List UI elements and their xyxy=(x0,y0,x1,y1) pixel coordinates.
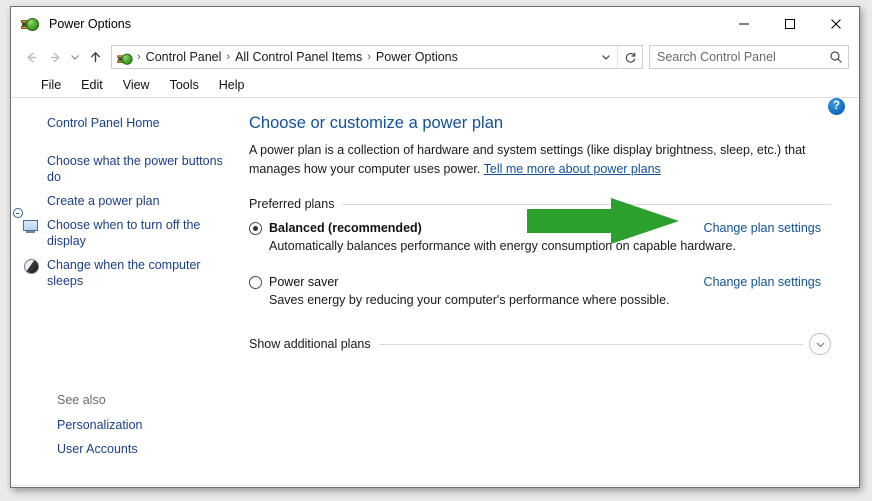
display-clock-icon xyxy=(13,208,41,236)
show-additional-plans-label: Show additional plans xyxy=(249,337,371,351)
show-additional-plans-row[interactable]: Show additional plans xyxy=(249,333,831,355)
menu-edit[interactable]: Edit xyxy=(71,76,113,94)
address-input[interactable]: › Control Panel › All Control Panel Item… xyxy=(111,45,643,69)
sidebar-item-create-plan[interactable]: Create a power plan xyxy=(11,189,233,213)
close-button[interactable] xyxy=(813,7,859,41)
sidebar-item-power-buttons[interactable]: Choose what the power buttons do xyxy=(11,149,233,189)
sleep-moon-icon xyxy=(23,258,41,276)
window-power-plug-icon xyxy=(21,14,41,34)
breadcrumb-item-all-items[interactable]: All Control Panel Items xyxy=(232,50,365,64)
up-button[interactable] xyxy=(83,45,107,69)
address-bar-actions xyxy=(595,46,642,68)
see-also-section: See also Personalization User Accounts xyxy=(11,391,233,461)
radio-balanced[interactable] xyxy=(249,221,262,235)
address-power-plug-icon xyxy=(116,49,133,66)
see-also-link-user-accounts[interactable]: User Accounts xyxy=(11,437,233,461)
plan-power-saver-name: Power saver xyxy=(269,275,339,289)
see-also-link-personalization[interactable]: Personalization xyxy=(11,413,233,437)
breadcrumb: › Control Panel › All Control Panel Item… xyxy=(135,50,595,64)
sidebar-item-computer-sleeps[interactable]: Change when the computer sleeps xyxy=(11,253,233,293)
breadcrumb-item-power-options[interactable]: Power Options xyxy=(373,50,461,64)
search-input[interactable] xyxy=(650,49,824,65)
breadcrumb-separator: › xyxy=(137,51,141,63)
power-options-window: Power Options › Control Panel › All Cont… xyxy=(10,6,860,488)
page-title: Choose or customize a power plan xyxy=(249,114,504,132)
sidebar-item-label: Choose what the power buttons do xyxy=(47,154,223,184)
window-title: Power Options xyxy=(49,17,131,31)
preferred-plans-label: Preferred plans xyxy=(249,197,335,211)
breadcrumb-item-control-panel[interactable]: Control Panel xyxy=(143,50,225,64)
plan-balanced-description: Automatically balances performance with … xyxy=(269,239,736,253)
divider xyxy=(342,203,831,205)
intro-text: A power plan is a collection of hardware… xyxy=(249,141,831,179)
maximize-button[interactable] xyxy=(767,7,813,41)
change-plan-settings-link-power-saver[interactable]: Change plan settings xyxy=(704,275,821,289)
sidebar: Control Panel Home Choose what the power… xyxy=(11,98,233,485)
chevron-down-icon[interactable] xyxy=(595,46,617,68)
menu-bar: File Edit View Tools Help xyxy=(11,73,859,98)
window-body: Control Panel Home Choose what the power… xyxy=(11,98,859,485)
plan-power-saver-description: Saves energy by reducing your computer's… xyxy=(269,293,670,307)
menu-help[interactable]: Help xyxy=(209,76,255,94)
sidebar-item-label: Choose when to turn off the display xyxy=(47,218,201,248)
menu-file[interactable]: File xyxy=(31,76,71,94)
change-plan-settings-link-balanced[interactable]: Change plan settings xyxy=(704,221,821,235)
breadcrumb-separator: › xyxy=(367,51,371,63)
title-bar: Power Options xyxy=(11,7,859,41)
sidebar-item-control-panel-home[interactable]: Control Panel Home xyxy=(11,112,233,141)
forward-button[interactable] xyxy=(43,45,67,69)
plan-balanced-name: Balanced (recommended) xyxy=(269,221,422,235)
minimize-button[interactable] xyxy=(721,7,767,41)
main-content: ? Choose or customize a power plan A pow… xyxy=(233,98,859,485)
divider xyxy=(378,343,803,345)
sidebar-item-label: Create a power plan xyxy=(47,194,160,208)
see-also-header: See also xyxy=(57,393,106,407)
radio-power-saver[interactable] xyxy=(249,275,262,289)
sidebar-item-label: Change when the computer sleeps xyxy=(47,258,201,288)
plan-balanced: Balanced (recommended) Automatically bal… xyxy=(249,221,831,253)
menu-view[interactable]: View xyxy=(113,76,160,94)
plan-power-saver: Power saver Saves energy by reducing you… xyxy=(249,275,831,307)
preferred-plans-header: Preferred plans xyxy=(249,197,831,211)
refresh-icon[interactable] xyxy=(617,46,642,68)
help-button[interactable]: ? xyxy=(828,98,845,115)
recent-pages-button[interactable] xyxy=(67,45,83,69)
address-bar: › Control Panel › All Control Panel Item… xyxy=(11,41,859,73)
tell-me-more-link[interactable]: Tell me more about power plans xyxy=(484,162,661,176)
sidebar-item-turn-off-display[interactable]: Choose when to turn off the display xyxy=(11,208,233,253)
search-icon xyxy=(824,50,848,64)
sidebar-task-list: Choose what the power buttons do Create … xyxy=(11,149,233,293)
search-box[interactable] xyxy=(649,45,849,69)
chevron-down-icon[interactable] xyxy=(809,333,831,355)
menu-tools[interactable]: Tools xyxy=(160,76,209,94)
breadcrumb-separator: › xyxy=(226,51,231,63)
back-button[interactable] xyxy=(19,45,43,69)
window-controls xyxy=(721,7,859,41)
status-bar xyxy=(11,485,859,487)
